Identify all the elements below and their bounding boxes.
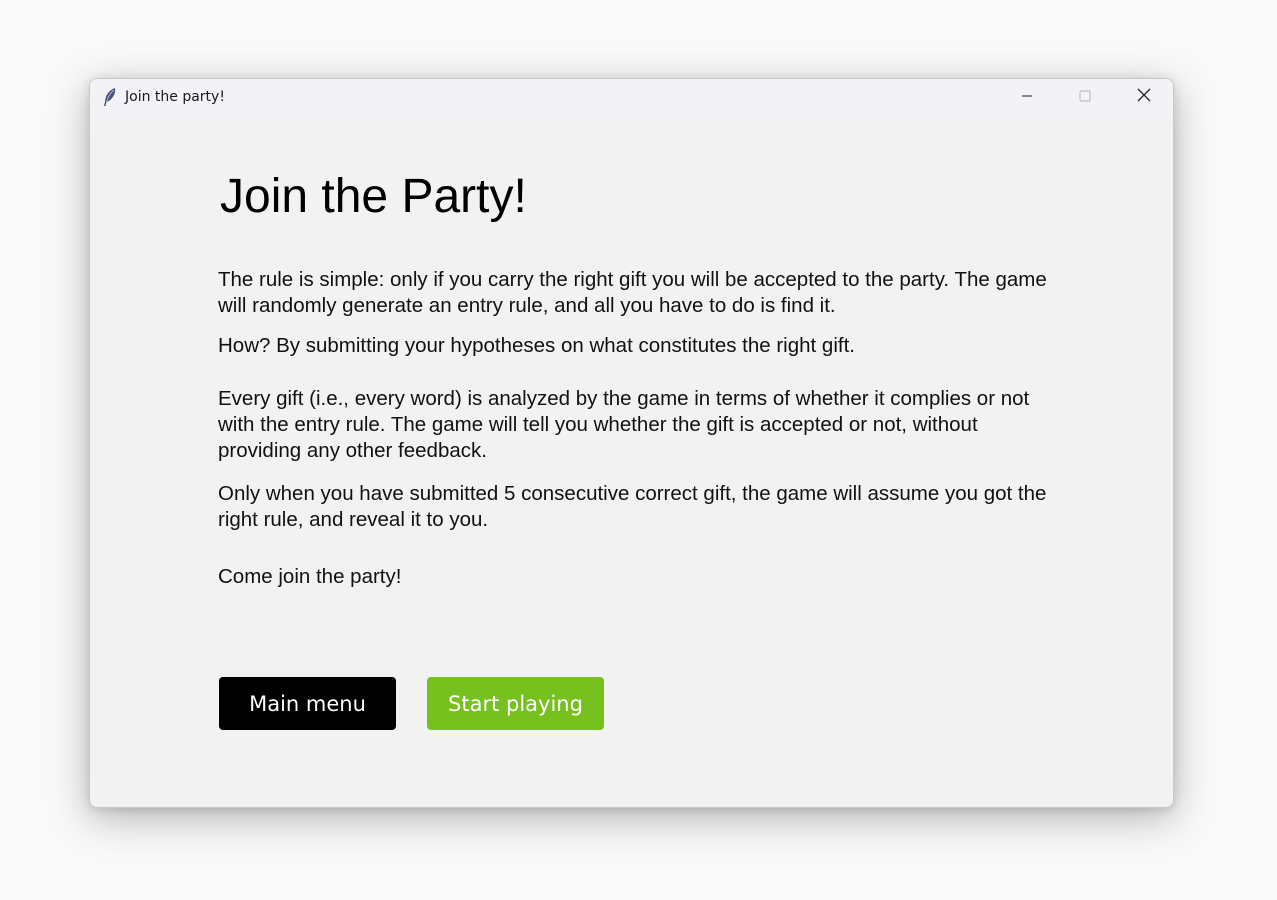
close-icon xyxy=(1137,88,1151,107)
minimize-icon xyxy=(1021,89,1033,107)
analysis-paragraph: Every gift (i.e., every word) is analyze… xyxy=(218,387,1030,462)
invite-paragraph: Come join the party! xyxy=(218,565,402,588)
close-button[interactable] xyxy=(1121,79,1167,116)
minimize-button[interactable] xyxy=(1004,79,1050,116)
rule-paragraph: The rule is simple: only if you carry th… xyxy=(218,268,1047,317)
main-menu-button[interactable]: Main menu xyxy=(219,677,396,730)
how-paragraph: How? By submitting your hypotheses on wh… xyxy=(218,334,855,357)
feather-icon xyxy=(102,87,118,107)
start-playing-button[interactable]: Start playing xyxy=(427,677,604,730)
app-window: Join the party! Join the Party! The rule… xyxy=(89,78,1174,808)
title-bar[interactable]: Join the party! xyxy=(90,79,1173,116)
maximize-icon xyxy=(1079,89,1091,107)
window-title: Join the party! xyxy=(125,89,225,105)
reveal-paragraph: Only when you have submitted 5 consecuti… xyxy=(218,482,1047,531)
page-heading: Join the Party! xyxy=(220,170,527,223)
maximize-button[interactable] xyxy=(1062,79,1108,116)
